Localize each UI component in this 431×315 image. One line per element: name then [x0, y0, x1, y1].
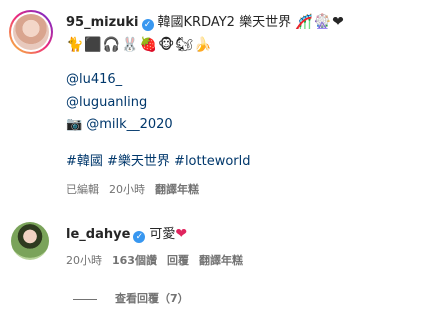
divider-line — [73, 298, 97, 300]
mention-lu416[interactable]: @lu416_ — [66, 71, 122, 89]
camera-credit: 📷 @milk__2020 — [66, 116, 173, 134]
timestamp[interactable]: 20小時 — [66, 254, 102, 267]
translate-button[interactable]: 翻譯年糕 — [199, 254, 243, 267]
emoji-group: 🎢🎡❤ — [295, 14, 345, 30]
verified-badge-icon: ✓ — [133, 231, 146, 243]
reply-button[interactable]: 回覆 — [167, 254, 189, 267]
comment-text: 韓國KRDAY2 樂天世界 — [157, 15, 292, 30]
likes-count[interactable]: 163個讚 — [112, 254, 157, 267]
camera-icon: 📷 — [66, 117, 83, 132]
mention-luguanling[interactable]: @luguanling — [66, 94, 147, 112]
verified-badge-icon: ✓ — [141, 19, 154, 31]
avatar-photo — [13, 14, 49, 50]
comment-text: 可愛 — [149, 227, 176, 242]
avatar-95_mizuki[interactable] — [9, 10, 53, 54]
hashtags[interactable]: #韓國 #樂天世界 #lotteworld — [66, 153, 251, 171]
comment-meta: 20小時 163個讚 回覆 翻譯年糕 — [66, 252, 253, 268]
username-le_dahye[interactable]: le_dahye — [66, 227, 130, 242]
comment-header: le_dahye ✓ 可愛❤ — [66, 225, 187, 244]
timestamp[interactable]: 20小時 — [109, 183, 145, 196]
comment-header: 95_mizuki ✓ 韓國KRDAY2 樂天世界 🎢🎡❤ — [66, 13, 345, 32]
translate-button[interactable]: 翻譯年糕 — [155, 183, 199, 196]
mention-milk2020[interactable]: @milk__2020 — [86, 117, 173, 132]
emoji-line: 🐈⬛🎧🐰🍓🐵🐿🍌 — [66, 37, 213, 53]
avatar-le_dahye[interactable] — [11, 222, 49, 260]
username-95_mizuki[interactable]: 95_mizuki — [66, 15, 139, 30]
heart-icon: ❤ — [175, 226, 188, 242]
edited-label: 已編輯 — [66, 183, 99, 196]
view-replies-button[interactable]: 查看回覆（7） — [73, 290, 189, 306]
comment-meta: 已編輯 20小時 翻譯年糕 — [66, 181, 209, 197]
view-replies-label[interactable]: 查看回覆（7） — [115, 292, 189, 305]
